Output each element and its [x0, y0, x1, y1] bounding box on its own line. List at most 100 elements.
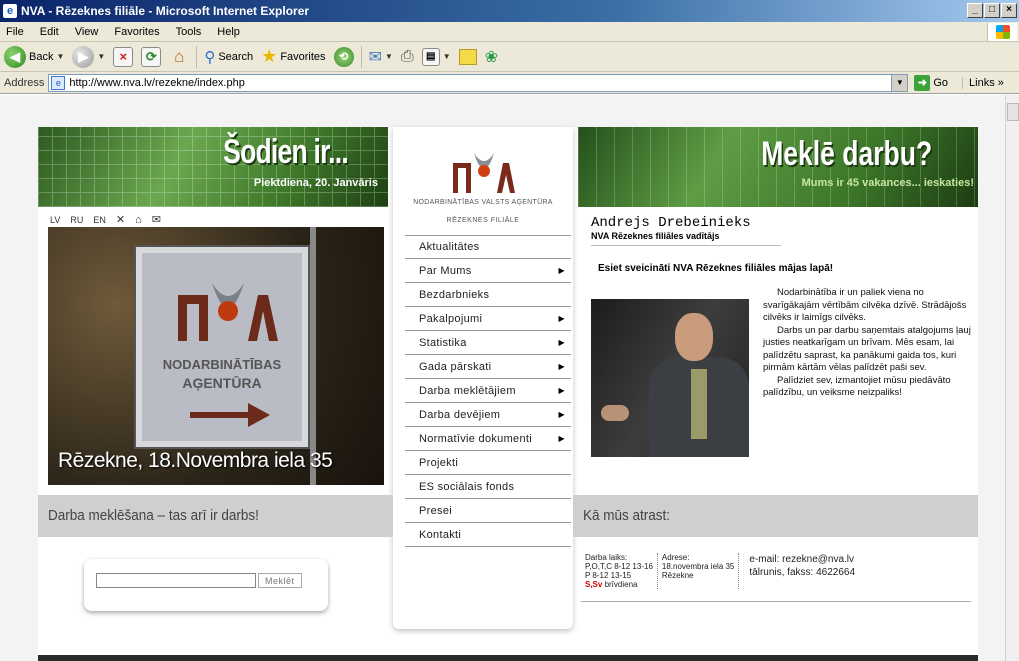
menu-favorites[interactable]: Favorites [106, 26, 167, 38]
nav-label: Aktualitātes [419, 241, 480, 253]
menu-file[interactable]: File [0, 26, 32, 38]
history-icon: ⟲ [333, 46, 354, 67]
search-submit-button[interactable]: Meklēt [258, 573, 302, 588]
submenu-arrow-icon: ▶ [558, 386, 565, 395]
nav-item-normativie-dokumenti[interactable]: Normatīvie dokumenti ▶ [405, 427, 571, 451]
submenu-arrow-icon: ▶ [558, 434, 565, 443]
agency-name: NODARBINĀTĪBAS VALSTS AĢENTŪRA [413, 199, 553, 206]
sitemap-icon[interactable]: ✕ [116, 213, 125, 226]
menu-help[interactable]: Help [209, 26, 248, 38]
star-icon: ★ [261, 46, 278, 66]
refresh-icon: ⟳ [141, 46, 162, 67]
home-button[interactable]: ⌂ [165, 44, 193, 70]
postal-address: Adrese: 18.novembra iela 35 Rēzekne [658, 553, 740, 589]
branch-name: RĒZEKNES FILIĀLE [446, 217, 520, 224]
welcome-paragraph: Palīdziet sev, izmantojiet mūsu piedāvāt… [763, 374, 951, 399]
window-title: NVA - Rēzeknes filiāle - Microsoft Inter… [21, 4, 310, 18]
nav-label: ES sociālais fonds [419, 480, 515, 493]
back-dropdown-icon[interactable]: ▼ [56, 52, 64, 61]
favorites-label: Favorites [280, 50, 326, 63]
forward-dropdown-icon[interactable]: ▼ [97, 52, 105, 61]
close-button[interactable]: × [1001, 3, 1017, 18]
menu-view[interactable]: View [67, 26, 107, 38]
lang-ru[interactable]: RU [70, 215, 83, 225]
menu-edit[interactable]: Edit [32, 26, 67, 38]
print-button[interactable]: ⎙ [397, 44, 418, 70]
contact-email[interactable]: e-mail: rezekne@nva.lv [749, 553, 855, 566]
scrollbar-thumb[interactable] [1007, 103, 1019, 121]
lang-en[interactable]: EN [93, 215, 106, 225]
header-jobs-tagline[interactable]: Mums ir 45 vakances... ieskaties! [802, 177, 974, 189]
edit-button[interactable]: ▤ ▼ [418, 44, 455, 70]
toolbar-separator [196, 45, 198, 68]
nav-item-statistika[interactable]: Statistika ▶ [405, 331, 571, 355]
discuss-button[interactable] [455, 44, 481, 70]
search-button[interactable]: ⚲ Search [200, 44, 257, 70]
site-container: Šodien ir... Piektdiena, 20. Janvāris Me… [38, 127, 978, 661]
home-icon[interactable]: ⌂ [135, 214, 142, 226]
contact-phone: tālrunis, fakss: 4622664 [749, 567, 856, 578]
maximize-button[interactable]: □ [984, 3, 1000, 18]
sign-text-2: AĢENTŪRA [182, 375, 262, 391]
welcome-paragraph: Nodarbinātība ir un paliek viena no svar… [763, 287, 967, 323]
search-input[interactable] [96, 573, 256, 588]
photo-hand [601, 405, 629, 421]
nva-logo-icon[interactable] [449, 145, 519, 195]
nav-item-darba-mekletajiem[interactable]: Darba meklētājiem ▶ [405, 379, 571, 403]
nav-item-presei[interactable]: Presei [405, 499, 571, 523]
messenger-icon: ❀ [484, 48, 499, 66]
nav-label: Darba meklētājiem [419, 384, 516, 397]
address-dropdown-icon[interactable]: ▼ [891, 74, 908, 91]
address-url[interactable]: http://www.nva.lv/rezekne/index.php [69, 77, 244, 89]
submenu-arrow-icon: ▶ [558, 338, 565, 347]
stop-button[interactable]: × [109, 44, 137, 70]
header-banner-today: Šodien ir... Piektdiena, 20. Janvāris [38, 127, 388, 207]
nav-item-darba-devejiem[interactable]: Darba devējiem ▶ [405, 403, 571, 427]
address-label: Address [4, 76, 45, 89]
window-controls: _ □ × [967, 3, 1017, 18]
mail-button[interactable]: ✉ ▼ [365, 44, 397, 70]
weekend-days: S,Sv [585, 580, 603, 589]
print-icon: ⎙ [400, 47, 414, 65]
hours-weekend: S,Sv brīvdiena [585, 580, 653, 589]
nav-item-pakalpojumi[interactable]: Pakalpojumi ▶ [405, 307, 571, 331]
nav-label: Normatīvie dokumenti [419, 432, 532, 445]
search-label: Search [218, 50, 254, 63]
messenger-button[interactable]: ❀ [481, 44, 502, 70]
nav-item-gada-parskati[interactable]: Gada pārskati ▶ [405, 355, 571, 379]
history-button[interactable]: ⟲ [330, 44, 358, 70]
page-viewport: Šodien ir... Piektdiena, 20. Janvāris Me… [0, 95, 1005, 661]
vertical-scrollbar[interactable] [1005, 95, 1019, 661]
address-bar: Address e http://www.nva.lv/rezekne/inde… [0, 72, 1019, 94]
lang-lv[interactable]: LV [50, 215, 60, 225]
nav-label: Bezdarbnieks [419, 288, 490, 301]
go-button[interactable]: ➜ Go [914, 74, 949, 91]
address-street: 18.novembra iela 35 [661, 562, 735, 571]
toolbar: ◀ Back ▼ ▶ ▼ × ⟳ ⌂ ⚲ Search ★ Favorites … [0, 42, 1019, 72]
forward-button[interactable]: ▶ ▼ [68, 44, 109, 70]
nav-item-es-socialais-fonds[interactable]: ES sociālais fonds [405, 475, 571, 499]
menu-tools[interactable]: Tools [168, 26, 210, 38]
address-input[interactable]: e http://www.nva.lv/rezekne/index.php ▼ [48, 73, 909, 92]
footer-strip [38, 655, 978, 661]
nav-label: Gada pārskati [419, 360, 492, 373]
back-button[interactable]: ◀ Back ▼ [0, 44, 68, 70]
favorites-button[interactable]: ★ Favorites [257, 44, 329, 70]
window-titlebar: e NVA - Rēzeknes filiāle - Microsoft Int… [0, 0, 1019, 22]
header-banner-jobs[interactable]: Meklē darbu? Mums ir 45 vakances... iesk… [578, 127, 978, 207]
nav-item-projekti[interactable]: Projekti [405, 451, 571, 475]
minimize-button[interactable]: _ [967, 3, 983, 18]
refresh-button[interactable]: ⟳ [137, 44, 165, 70]
nav-item-bezdarbnieks[interactable]: Bezdarbnieks [405, 283, 571, 307]
mail-icon[interactable]: ✉ [152, 213, 161, 226]
mail-dropdown-icon[interactable]: ▼ [385, 52, 393, 61]
go-label: Go [933, 76, 949, 89]
links-button[interactable]: Links » [962, 76, 1004, 89]
nav-item-kontakti[interactable]: Kontakti [405, 523, 571, 547]
back-arrow-icon: ◀ [4, 45, 26, 68]
nav-item-par-mums[interactable]: Par Mums ▶ [405, 259, 571, 283]
nav-item-aktualitates[interactable]: Aktualitātes [405, 235, 571, 259]
submenu-arrow-icon: ▶ [558, 410, 565, 419]
edit-dropdown-icon[interactable]: ▼ [443, 52, 451, 61]
contact-details: e-mail: rezekne@nva.lv tālrunis, fakss: … [739, 553, 859, 589]
